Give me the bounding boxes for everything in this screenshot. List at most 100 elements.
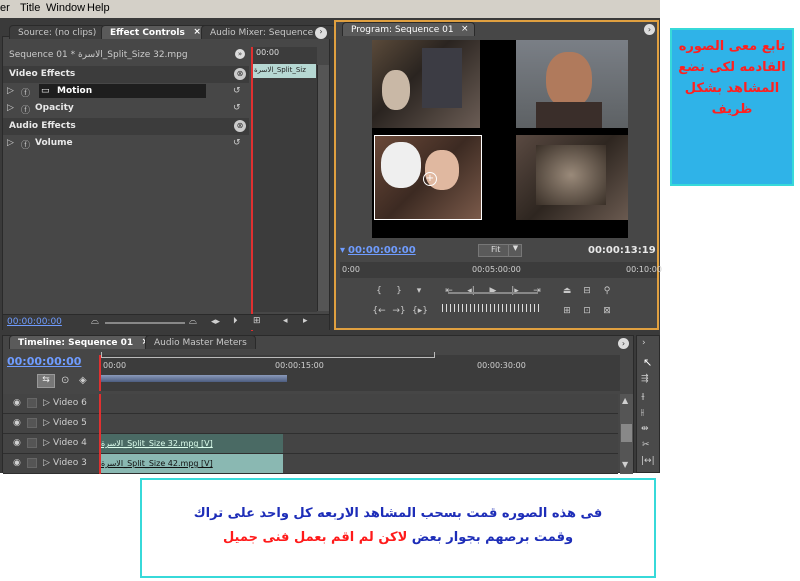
scroll-right-icon[interactable]: ▸ [303,316,308,326]
selection-tool-icon[interactable]: ↖ [643,356,652,369]
program-video-frame[interactable]: + [372,40,628,238]
menu-item-window[interactable]: Window [46,2,85,14]
slip-tool-icon[interactable]: |↔| [641,456,655,466]
anchor-crosshair-icon[interactable]: + [423,172,437,186]
go-to-previous-edit-icon[interactable]: {← [372,306,386,318]
tab-program[interactable]: Program: Sequence 01 × [342,22,475,36]
close-icon[interactable]: × [193,27,201,37]
play-audio-icon[interactable]: ◂▸ [211,317,220,327]
menu-item-help[interactable]: Help [87,2,110,14]
playhead-line[interactable] [99,355,101,391]
lock-toggle[interactable] [27,398,37,408]
mark-out-icon[interactable]: } [392,286,406,298]
eye-icon[interactable]: ◉ [13,418,21,428]
safe-margins-icon[interactable]: ⊡ [580,306,594,318]
razor-tool-icon[interactable]: ✂ [642,440,650,450]
zoom-out-icon[interactable]: ⌓ [91,316,99,327]
track-video-3[interactable]: ◉ ▷ Video 3 الاسرة_Split_Size 42.mpg [V] [3,454,618,474]
extract-icon[interactable]: ⊟ [580,286,594,298]
vertical-scrollbar[interactable] [317,65,329,311]
keyframe-icon[interactable]: ◈ [79,375,87,386]
expand-triangle-icon[interactable]: ▷ [43,418,50,428]
shuttle-slider[interactable] [448,292,538,294]
volume-effect-row[interactable]: ▷ ⓕ Volume ↺ [3,135,249,152]
reset-icon[interactable]: ↺ [233,103,241,113]
go-to-next-edit-icon[interactable]: →} [392,306,406,318]
scroll-left-icon[interactable]: ◂ [283,316,288,326]
expand-triangle-icon[interactable]: ▷ [7,138,14,148]
close-icon[interactable]: × [461,24,469,34]
timeline-timecode[interactable]: 00:00:00:00 [7,355,81,368]
effect-timecode[interactable]: 00:00:00:00 [7,317,62,327]
collapse-icon[interactable]: ⊗ [234,68,246,80]
panel-menu-icon[interactable]: › [644,24,655,35]
tab-source[interactable]: Source: (no clips) [9,25,106,39]
motion-effect-row[interactable]: ▷ ⓕ Motion ▭ ↺ [3,83,249,100]
ripple-edit-tool-icon[interactable]: ⫳ [641,392,645,402]
track-select-tool-icon[interactable]: ⇶ [641,374,649,384]
expand-triangle-icon[interactable]: ▷ [7,103,14,113]
video-frame-bottom-left-selected[interactable]: + [374,135,482,220]
panel-menu-icon[interactable]: › [315,27,327,39]
lock-toggle[interactable] [27,418,37,428]
menu-item-title[interactable]: Title [20,2,40,14]
zoom-slider[interactable] [105,322,185,324]
trim-icon[interactable]: ⊞ [560,306,574,318]
clip-video-3[interactable]: الاسرة_Split_Size 42.mpg [V] [99,454,283,473]
panel-menu-icon[interactable]: › [642,338,646,348]
play-in-to-out-icon[interactable]: {▸} [412,306,428,318]
scroll-down-icon[interactable]: ▼ [622,460,628,469]
tab-audio-master-meters[interactable]: Audio Master Meters [145,335,256,349]
expand-triangle-icon[interactable]: ▷ [43,398,50,408]
playhead-line[interactable] [99,394,101,474]
effect-mini-timeline[interactable]: 00:00 الاسرة_Split_Siz [251,47,317,312]
track-video-5[interactable]: ◉ ▷ Video 5 [3,414,618,434]
panel-menu-icon[interactable]: › [618,338,629,349]
set-marker-icon[interactable]: ▾ [412,286,426,298]
fx-toggle-icon[interactable]: ⓕ [21,138,30,151]
eye-icon[interactable]: ◉ [13,398,21,408]
tab-timeline[interactable]: Timeline: Sequence 01 × [9,335,157,349]
reset-icon[interactable]: ↺ [233,86,241,96]
program-ruler[interactable]: 0:00 00:05:00:00 00:10:00 [340,262,662,278]
menu-item-partial[interactable]: er [0,2,10,14]
program-current-timecode[interactable]: 00:00:00:00 [348,245,416,256]
tab-effect-controls[interactable]: Effect Controls × [101,25,208,39]
output-icon[interactable]: ⚲ [600,286,614,298]
set-marker-icon[interactable]: ⊙ [61,375,69,386]
jog-control[interactable] [442,304,542,312]
chevron-down-icon[interactable]: ▼ [508,244,522,257]
playhead-line[interactable] [251,47,253,331]
expand-triangle-icon[interactable]: ▷ [7,86,14,96]
eye-icon[interactable]: ◉ [13,458,21,468]
clip-video-4[interactable]: الاسرة_Split_Size 32.mpg [V] [99,434,283,453]
rate-stretch-tool-icon[interactable]: ⇹ [641,424,649,434]
work-area-bar[interactable] [101,352,435,358]
zoom-in-icon[interactable]: ⌓ [189,316,197,327]
scroll-up-icon[interactable]: ▲ [622,396,628,405]
mini-clip-bar[interactable]: الاسرة_Split_Siz [252,64,316,78]
fx-toggle-icon[interactable]: ⓕ [21,103,30,116]
fx-toggle-icon[interactable]: ⓕ [21,86,30,99]
collapse-icon[interactable]: ⊗ [234,120,246,132]
scroll-thumb[interactable] [621,424,632,442]
timeline-ruler[interactable]: 00:00 00:00:15:00 00:00:30:00 [99,352,620,391]
eye-icon[interactable]: ◉ [13,438,21,448]
track-video-4[interactable]: ◉ ▷ Video 4 الاسرة_Split_Size 32.mpg [V] [3,434,618,454]
expand-triangle-icon[interactable]: ▷ [43,458,50,468]
settings-icon[interactable]: ⊠ [600,306,614,318]
toggle-animation-icon[interactable]: ⊞ [253,316,261,326]
mark-in-icon[interactable]: { [372,286,386,298]
snap-icon[interactable]: ⇆ [37,374,55,388]
toggle-view-icon[interactable]: » [235,49,245,59]
timeline-scrollbar[interactable]: ▲ ▼ [620,394,633,474]
lock-toggle[interactable] [27,438,37,448]
lock-toggle[interactable] [27,458,37,468]
reset-icon[interactable]: ↺ [233,138,241,148]
loop-icon[interactable]: ⏵ [233,316,238,326]
rolling-edit-tool-icon[interactable]: ⫲ [641,408,644,418]
opacity-effect-row[interactable]: ▷ ⓕ Opacity ↺ [3,100,249,117]
track-video-6[interactable]: ◉ ▷ Video 6 [3,394,618,414]
work-area-range[interactable] [101,375,287,382]
lift-icon[interactable]: ⏏ [560,286,574,298]
